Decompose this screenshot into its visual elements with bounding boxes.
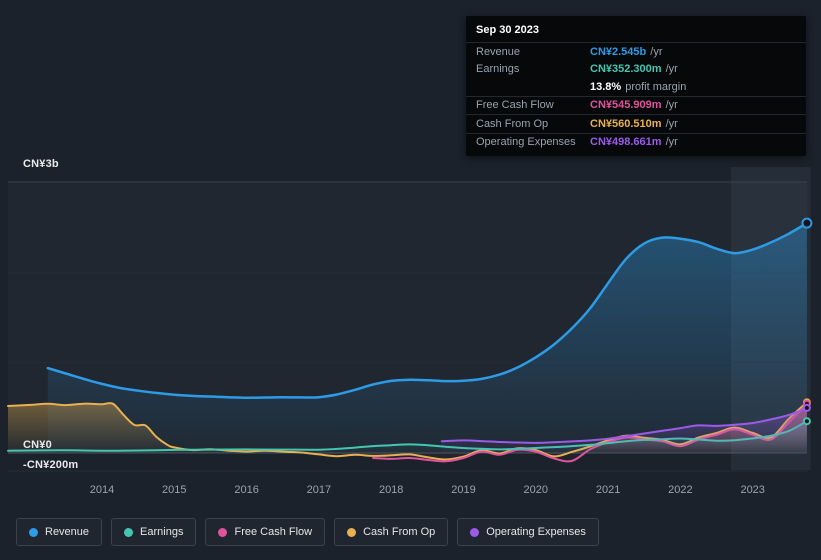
tooltip-row-value: CN¥352.300m: [590, 63, 662, 76]
y-axis-label-neg200m: -CN¥200m: [23, 459, 79, 471]
y-axis-label-3b: CN¥3b: [23, 158, 59, 170]
legend-dot: [347, 527, 357, 537]
tooltip-row-value: 13.8%: [590, 80, 622, 93]
x-axis-label-2018: 2018: [378, 484, 404, 496]
legend-item-operating-expenses[interactable]: Operating Expenses: [457, 518, 599, 546]
tooltip-date: Sep 30 2023: [466, 16, 806, 43]
x-axis-label-2021: 2021: [595, 484, 621, 496]
operating-expenses-end-marker: [802, 403, 811, 412]
tooltip-row-value: CN¥498.661m: [590, 136, 662, 149]
x-axis-label-2015: 2015: [162, 484, 187, 496]
chart-tooltip: Sep 30 2023 Revenue CN¥2.545b/yr Earnings C…: [466, 16, 806, 156]
tooltip-row-suffix: /yr: [665, 117, 678, 130]
tooltip-row-suffix: /yr: [650, 45, 663, 58]
tooltip-row-cash-from-op: Cash From Op CN¥560.510m/yr: [466, 114, 806, 133]
legend-dot: [124, 527, 134, 537]
legend-dot: [29, 527, 38, 537]
chart-legend: Revenue Earnings Free Cash Flow Cash From O…: [16, 518, 599, 546]
legend-dot: [218, 527, 228, 537]
chart-page: CN¥3b CN¥0 -CN¥200m 2014 2015 2016 2017 2018…: [0, 0, 821, 560]
tooltip-row-free-cash-flow: Free Cash Flow CN¥545.909m/yr: [466, 95, 806, 115]
legend-item-earnings[interactable]: Earnings: [111, 518, 197, 546]
y-axis-label-0: CN¥0: [23, 439, 52, 451]
legend-item-cash-from-op[interactable]: Cash From Op: [334, 518, 449, 546]
x-axis-label-2020: 2020: [523, 484, 549, 496]
legend-label: Revenue: [45, 526, 90, 538]
tooltip-row-label: Revenue: [476, 45, 521, 58]
tooltip-row-value: CN¥2.545b: [590, 45, 647, 58]
tooltip-row-value: CN¥545.909m: [590, 99, 662, 112]
legend-label: Earnings: [140, 526, 184, 538]
legend-item-revenue[interactable]: Revenue: [16, 518, 103, 546]
tooltip-row-suffix: /yr: [665, 99, 678, 112]
tooltip-row-earnings: Earnings CN¥352.300m/yr: [466, 61, 806, 79]
x-axis-label-2023: 2023: [740, 484, 765, 496]
legend-label: Operating Expenses: [486, 526, 586, 538]
tooltip-row-suffix: profit margin: [625, 80, 687, 93]
tooltip-row-label: Cash From Op: [476, 117, 549, 130]
legend-item-free-cash-flow[interactable]: Free Cash Flow: [205, 518, 326, 546]
tooltip-row-suffix: /yr: [665, 63, 678, 76]
legend-label: Free Cash Flow: [234, 526, 313, 538]
tooltip-row-label: Operating Expenses: [476, 136, 576, 149]
tooltip-row-label: Earnings: [476, 63, 520, 76]
tooltip-row-operating-expenses: Operating Expenses CN¥498.661m/yr: [466, 132, 806, 152]
tooltip-row-suffix: /yr: [665, 136, 678, 149]
tooltip-row-value: CN¥560.510m: [590, 117, 662, 130]
tooltip-row-label: Free Cash Flow: [476, 99, 554, 112]
legend-dot: [470, 527, 480, 537]
tooltip-rows: Revenue CN¥2.545b/yr Earnings CN¥352.300m/y…: [466, 43, 806, 151]
earnings-end-marker: [802, 417, 811, 426]
x-axis-label-2016: 2016: [234, 484, 259, 496]
x-axis-label-2022: 2022: [668, 484, 693, 496]
legend-label: Cash From Op: [363, 526, 436, 538]
tooltip-row-profit-margin: 13.8% profit margin: [466, 78, 806, 96]
x-axis-label-2019: 2019: [451, 484, 476, 496]
x-axis-label-2017: 2017: [306, 484, 332, 496]
x-axis-label-2014: 2014: [89, 484, 115, 496]
tooltip-row-revenue: Revenue CN¥2.545b/yr: [466, 43, 806, 61]
revenue-end-marker: [801, 217, 813, 229]
